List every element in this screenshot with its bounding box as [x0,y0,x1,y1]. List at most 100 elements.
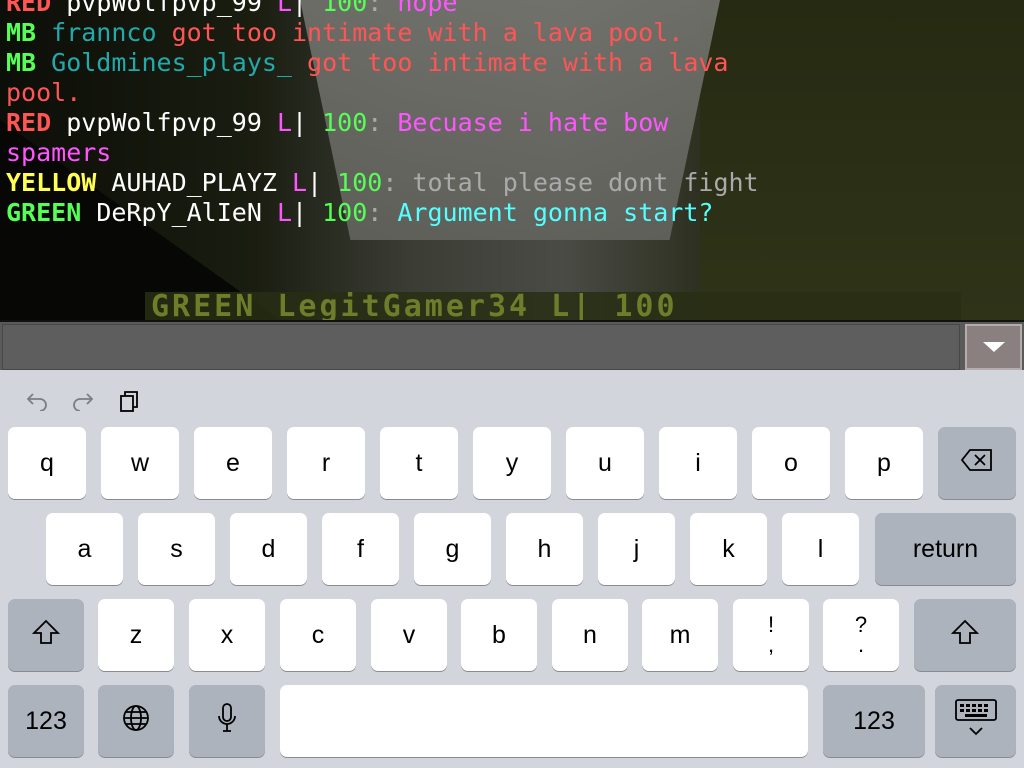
shift-icon [31,619,61,652]
key-p[interactable]: p [845,427,923,499]
chat-text: 100 [322,0,368,17]
key-sublabel: . [857,632,865,657]
chat-text: DeRpY_AlIeN [96,198,277,227]
return-key[interactable]: return [875,513,1016,585]
chat-text: : [367,198,398,227]
chat-text: 100 [322,198,368,227]
key-label: h [537,534,552,563]
microphone-icon [216,702,238,741]
space-key[interactable] [280,685,808,757]
key-i[interactable]: i [659,427,737,499]
chat-text: got too intimate with a lava pool. [171,18,684,47]
key-label: s [170,534,183,563]
chat-message: MB frannco got too intimate with a lava … [0,18,760,48]
key-label: v [402,620,416,649]
key-w[interactable]: w [101,427,179,499]
key-e[interactable]: e [194,427,272,499]
key-label: e [226,448,240,477]
paste-button[interactable] [114,388,144,418]
key-k[interactable]: k [690,513,767,585]
key-m[interactable]: m [642,599,718,671]
chat-text: pvpWolfpvp_99 [66,108,277,137]
key-b[interactable]: b [461,599,537,671]
key-y[interactable]: y [473,427,551,499]
shift-key[interactable] [914,599,1016,671]
key-label: r [321,448,331,477]
key-label: l [817,534,824,563]
key-label: p [877,448,891,477]
chat-text: | [307,168,338,197]
numbers-key[interactable]: 123 [8,685,84,757]
key-u[interactable]: u [566,427,644,499]
chat-log: RED pvpWolfpvp_99 L| 100: nope MB frannco… [0,0,760,228]
team-tag: MB [6,18,52,47]
key-label: i [695,448,701,477]
key-l[interactable]: l [782,513,859,585]
key-r[interactable]: r [287,427,365,499]
chat-message: RED pvpWolfpvp_99 L| 100: Becuase i hate… [0,108,760,168]
chat-text: | [292,108,323,137]
chat-text: L [276,0,292,17]
chat-dropdown-button[interactable] [965,324,1022,370]
key-s[interactable]: s [138,513,215,585]
key-label: m [669,620,691,649]
key-z[interactable]: z [98,599,174,671]
key-f[interactable]: f [322,513,399,585]
key-a[interactable]: a [46,513,123,585]
chat-text: Goldmines_plays_ [51,48,308,77]
chat-text: Argument gonna start? [397,198,714,227]
key-j[interactable]: j [598,513,675,585]
globe-key[interactable] [98,685,174,757]
microphone-key[interactable] [189,685,265,757]
shift-key[interactable] [8,599,84,671]
key-label: x [220,620,234,649]
key-q[interactable]: q [8,427,86,499]
chat-message: YELLOW AUHAD_PLAYZ L| 100: total please … [0,168,760,198]
key-g[interactable]: g [414,513,491,585]
chat-text: L [291,168,308,197]
chat-text: : [382,168,413,197]
undo-button[interactable] [22,388,52,418]
key-n[interactable]: n [552,599,628,671]
key-label: return [912,534,979,563]
key-![interactable]: !, [733,599,809,671]
key-label: y [505,448,519,477]
team-tag: RED [6,0,67,17]
key-t[interactable]: t [380,427,458,499]
key-d[interactable]: d [230,513,307,585]
redo-icon [71,391,95,416]
key-label: o [784,448,798,477]
redo-button[interactable] [68,388,98,418]
key-label: g [445,534,460,563]
key-c[interactable]: c [280,599,356,671]
chat-input[interactable] [2,324,960,370]
key-label: z [129,620,143,649]
key-label: j [633,534,640,563]
key-label: u [598,448,612,477]
key-v[interactable]: v [371,599,447,671]
backspace-key[interactable] [938,427,1016,499]
key-o[interactable]: o [752,427,830,499]
chat-text: pvpWolfpvp_99 [66,0,277,17]
numbers-key[interactable]: 123 [823,685,925,757]
key-h[interactable]: h [506,513,583,585]
keyboard-dismiss-icon [954,698,998,745]
backspace-icon [960,448,994,479]
team-tag: RED [6,108,67,137]
chat-text: AUHAD_PLAYZ [111,168,292,197]
key-label: n [583,620,597,649]
chat-message: GREEN DeRpY_AlIeN L| 100: Argument gonna… [0,198,760,228]
chat-text: 100 [337,168,383,197]
chat-text: total please dont fight [412,168,759,197]
globe-icon [121,703,151,740]
chat-text: L [276,198,292,227]
key-label: q [40,448,54,477]
keyboard-dismiss-key[interactable] [935,685,1016,757]
key-label: w [130,448,150,477]
chat-text: nope [397,0,458,17]
partial-chat-line: GREEN LegitGamer34 L| 100 [145,292,961,322]
key-x[interactable]: x [189,599,265,671]
key-?[interactable]: ?. [823,599,899,671]
chat-text: | [292,198,323,227]
chat-text: 100 [322,108,368,137]
